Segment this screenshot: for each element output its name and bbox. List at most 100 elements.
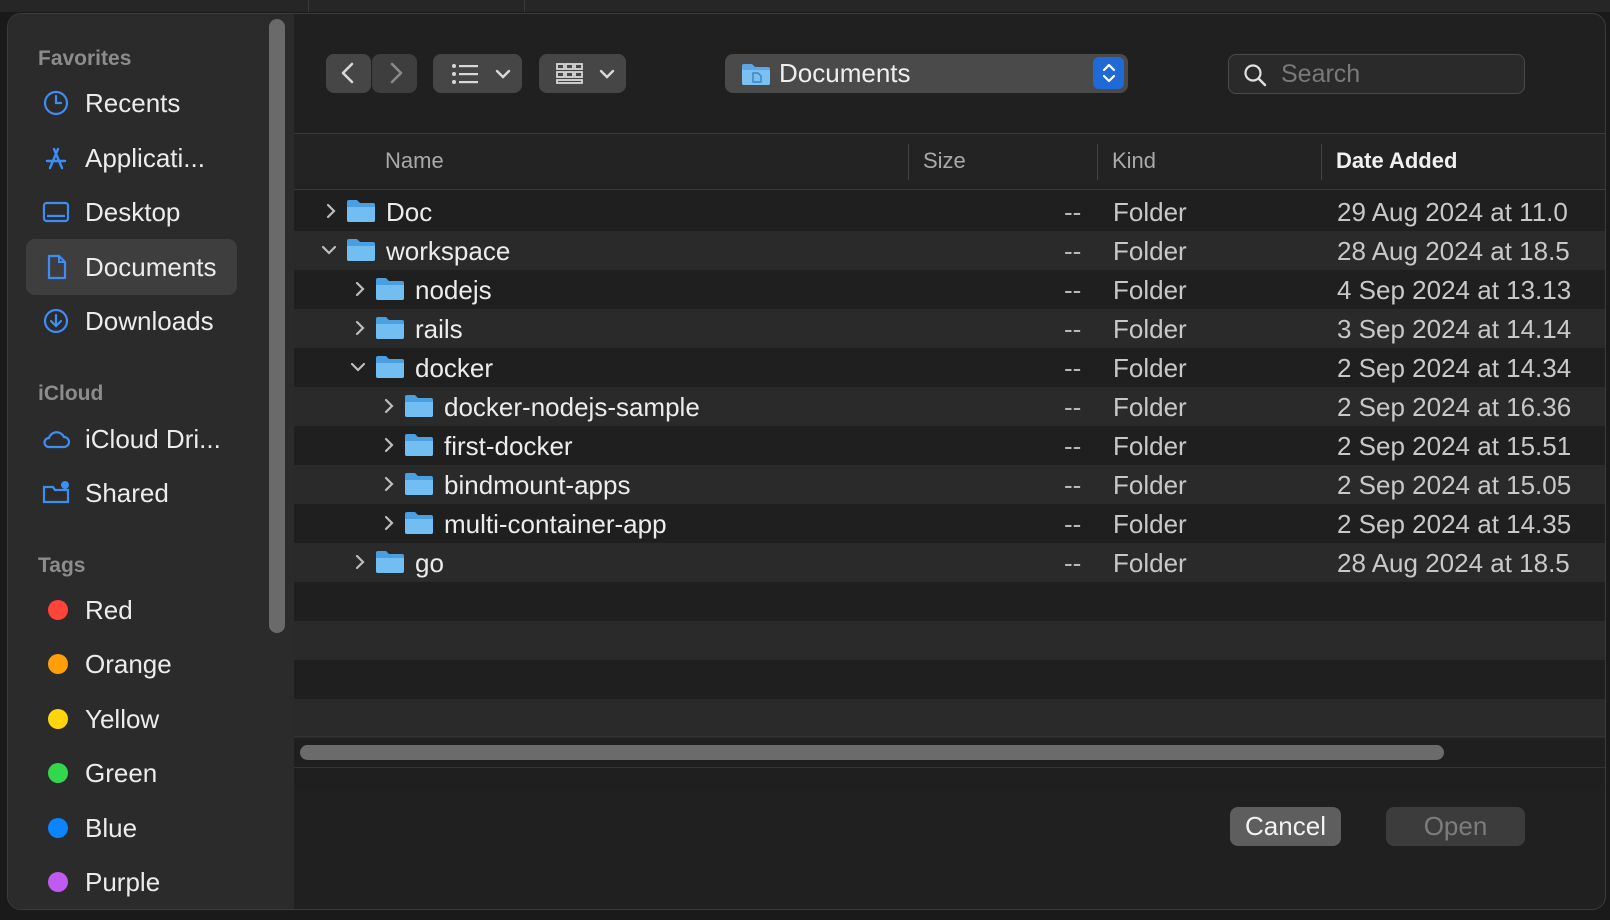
sidebar-item-downloads[interactable]: Downloads bbox=[26, 293, 237, 349]
disclosure-collapsed-icon[interactable] bbox=[380, 514, 398, 532]
yellow-dot-icon bbox=[48, 709, 68, 729]
table-row[interactable]: Doc -- Folder 29 Aug 2024 at 11.0 bbox=[294, 192, 1605, 231]
search-input[interactable] bbox=[1279, 57, 1513, 91]
background-window-strip bbox=[0, 0, 1610, 12]
file-name: workspace bbox=[386, 236, 511, 266]
sidebar-item-desktop[interactable]: Desktop bbox=[26, 184, 237, 240]
file-date: 2 Sep 2024 at 16.36 bbox=[1337, 392, 1572, 422]
chevron-right-icon bbox=[390, 62, 403, 84]
file-date: 2 Sep 2024 at 15.05 bbox=[1337, 470, 1572, 500]
location-popup[interactable]: Documents bbox=[725, 54, 1128, 93]
sidebar-item-applications[interactable]: Applicati... bbox=[26, 130, 237, 186]
tag-orange[interactable]: Orange bbox=[26, 636, 237, 692]
orange-dot-icon bbox=[48, 654, 68, 674]
file-kind: Folder bbox=[1113, 314, 1187, 344]
disclosure-expanded-icon[interactable] bbox=[349, 358, 367, 376]
search-icon bbox=[1244, 64, 1267, 87]
sidebar-item-label: Shared bbox=[85, 478, 169, 508]
file-date: 2 Sep 2024 at 15.51 bbox=[1337, 431, 1572, 461]
disclosure-collapsed-icon[interactable] bbox=[380, 436, 398, 454]
table-row[interactable]: first-docker -- Folder 2 Sep 2024 at 15.… bbox=[294, 426, 1605, 465]
file-name: first-docker bbox=[444, 431, 573, 461]
file-kind: Folder bbox=[1113, 353, 1187, 383]
disclosure-collapsed-icon[interactable] bbox=[351, 553, 369, 571]
column-name[interactable]: Name bbox=[385, 148, 444, 174]
disclosure-collapsed-icon[interactable] bbox=[351, 280, 369, 298]
file-size: -- bbox=[1064, 392, 1082, 422]
disclosure-collapsed-icon[interactable] bbox=[322, 202, 340, 220]
tag-yellow[interactable]: Yellow bbox=[26, 691, 237, 747]
empty-row bbox=[294, 660, 1605, 699]
table-row[interactable]: multi-container-app -- Folder 2 Sep 2024… bbox=[294, 504, 1605, 543]
folder-icon bbox=[347, 239, 375, 261]
sidebar-item-label: Documents bbox=[85, 252, 217, 282]
folder-icon bbox=[405, 512, 433, 534]
list-view-button[interactable] bbox=[433, 54, 522, 93]
tag-blue[interactable]: Blue bbox=[26, 800, 237, 856]
chevron-down-icon bbox=[495, 69, 511, 79]
file-kind: Folder bbox=[1113, 470, 1187, 500]
applications-icon bbox=[45, 147, 67, 170]
horizontal-scrollbar[interactable] bbox=[300, 745, 1444, 760]
folder-icon bbox=[405, 473, 433, 495]
file-kind: Folder bbox=[1113, 392, 1187, 422]
back-button[interactable] bbox=[326, 54, 371, 93]
column-divider[interactable] bbox=[1321, 144, 1322, 180]
disclosure-collapsed-icon[interactable] bbox=[380, 475, 398, 493]
sidebar-scrollbar[interactable] bbox=[269, 19, 285, 633]
file-size: -- bbox=[1064, 548, 1082, 578]
sidebar-item-documents[interactable]: Documents bbox=[26, 239, 237, 295]
sidebar-item-icloud-drive[interactable]: iCloud Dri... bbox=[26, 411, 237, 467]
table-row[interactable]: go -- Folder 28 Aug 2024 at 18.5 bbox=[294, 543, 1605, 582]
table-row[interactable]: rails -- Folder 3 Sep 2024 at 14.14 bbox=[294, 309, 1605, 348]
file-name: Doc bbox=[386, 197, 433, 227]
list-view-icon bbox=[452, 64, 478, 84]
favorites-header: Favorites bbox=[38, 47, 132, 70]
empty-row bbox=[294, 621, 1605, 660]
tag-purple[interactable]: Purple bbox=[26, 854, 237, 909]
table-row[interactable]: nodejs -- Folder 4 Sep 2024 at 13.13 bbox=[294, 270, 1605, 309]
table-row[interactable]: docker -- Folder 2 Sep 2024 at 14.34 bbox=[294, 348, 1605, 387]
green-dot-icon bbox=[48, 763, 68, 783]
tag-label: Red bbox=[85, 595, 133, 625]
column-divider[interactable] bbox=[1097, 144, 1098, 180]
sidebar-item-shared[interactable]: Shared bbox=[26, 465, 237, 521]
tag-label: Blue bbox=[85, 813, 138, 843]
icloud-header: iCloud bbox=[38, 382, 104, 405]
file-kind: Folder bbox=[1113, 431, 1187, 461]
disclosure-collapsed-icon[interactable] bbox=[351, 319, 369, 337]
file-name: docker-nodejs-sample bbox=[444, 392, 700, 422]
file-date: 28 Aug 2024 at 18.5 bbox=[1337, 548, 1570, 578]
column-date-added[interactable]: Date Added bbox=[1336, 148, 1457, 174]
tags-header: Tags bbox=[38, 554, 86, 577]
table-row[interactable]: docker-nodejs-sample -- Folder 2 Sep 202… bbox=[294, 387, 1605, 426]
sidebar-item-recents[interactable]: Recents bbox=[26, 75, 237, 131]
grid-view-icon bbox=[556, 63, 583, 84]
cancel-button[interactable]: Cancel bbox=[1230, 807, 1341, 846]
column-kind[interactable]: Kind bbox=[1112, 148, 1156, 174]
open-button[interactable]: Open bbox=[1386, 807, 1525, 846]
disclosure-expanded-icon[interactable] bbox=[320, 241, 338, 259]
file-kind: Folder bbox=[1113, 275, 1187, 305]
disclosure-collapsed-icon[interactable] bbox=[380, 397, 398, 415]
tag-red[interactable]: Red bbox=[26, 582, 237, 638]
red-dot-icon bbox=[48, 600, 68, 620]
sidebar-item-label: Desktop bbox=[85, 197, 181, 227]
up-down-chevron-icon bbox=[1102, 63, 1116, 83]
column-size[interactable]: Size bbox=[923, 148, 966, 174]
table-row[interactable]: workspace -- Folder 28 Aug 2024 at 18.5 bbox=[294, 231, 1605, 270]
file-date: 4 Sep 2024 at 13.13 bbox=[1337, 275, 1572, 305]
file-date: 3 Sep 2024 at 14.14 bbox=[1337, 314, 1572, 344]
file-name: multi-container-app bbox=[444, 509, 667, 539]
group-view-button[interactable] bbox=[539, 54, 626, 93]
file-size: -- bbox=[1064, 509, 1082, 539]
location-stepper[interactable] bbox=[1093, 57, 1124, 89]
tag-green[interactable]: Green bbox=[26, 745, 237, 801]
folder-icon bbox=[376, 356, 404, 378]
table-row[interactable]: bindmount-apps -- Folder 2 Sep 2024 at 1… bbox=[294, 465, 1605, 504]
folder-icon bbox=[376, 278, 404, 300]
search-field[interactable] bbox=[1228, 54, 1525, 94]
file-name: nodejs bbox=[415, 275, 492, 305]
column-divider[interactable] bbox=[908, 144, 909, 180]
forward-button[interactable] bbox=[372, 54, 417, 93]
